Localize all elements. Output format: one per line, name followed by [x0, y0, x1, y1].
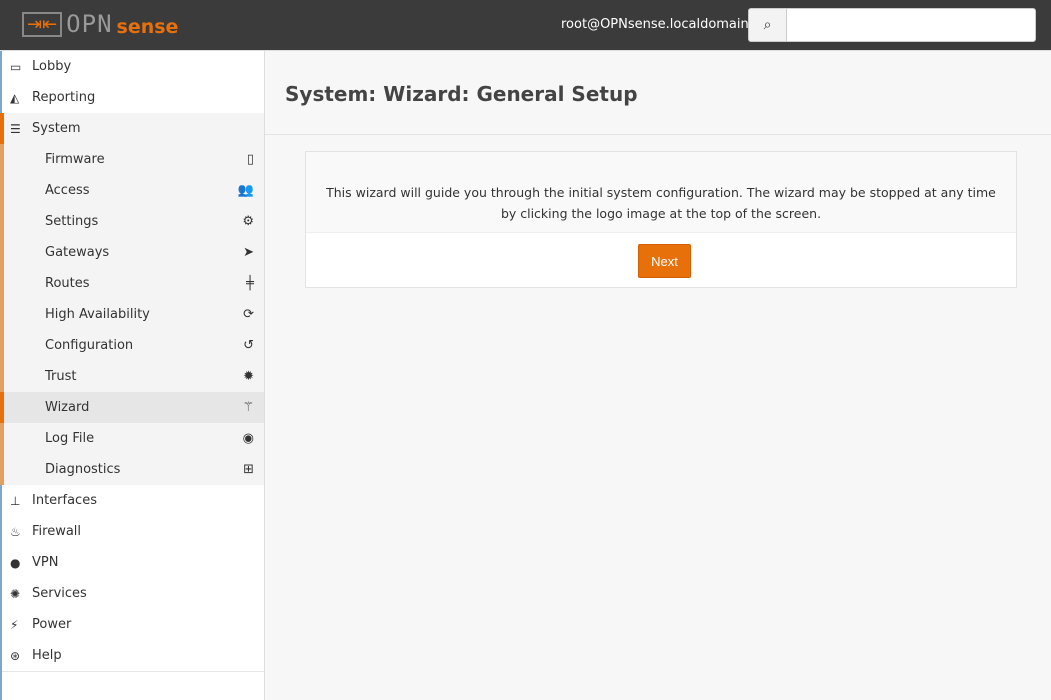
- sidebar-item-reporting[interactable]: ◭ Reporting: [2, 82, 264, 113]
- sidebar-divider: [2, 671, 264, 672]
- sidebar-item-system[interactable]: ☰ System: [0, 113, 264, 144]
- location-arrow-icon: ➤: [243, 245, 254, 260]
- search-button[interactable]: ⌕: [748, 8, 787, 42]
- sidebar-item-label: High Availability: [45, 307, 150, 322]
- sidebar-item-label: Reporting: [32, 90, 96, 105]
- sidebar-item-label: Help: [32, 648, 62, 663]
- fire-icon: ♨: [10, 524, 21, 539]
- plug-icon: ⚡: [10, 617, 19, 632]
- sidebar-item-label: Access: [45, 183, 90, 198]
- sidebar-item-log-file[interactable]: Log File ◉: [4, 423, 264, 454]
- sidebar-item-label: System: [32, 121, 81, 136]
- sidebar-item-firewall[interactable]: ♨ Firewall: [2, 516, 264, 547]
- sidebar-item-label: Settings: [45, 214, 99, 229]
- sidebar-item-configuration[interactable]: Configuration ↺: [4, 330, 264, 361]
- search-input[interactable]: [786, 8, 1036, 42]
- user-link[interactable]: root@OPNsense.localdomain: [561, 17, 749, 32]
- history-icon: ↺: [243, 338, 254, 353]
- sidebar-item-power[interactable]: ⚡ Power: [2, 609, 264, 640]
- sidebar-item-label: Gateways: [45, 245, 110, 260]
- sidebar-item-access[interactable]: Access 👥: [4, 175, 264, 206]
- sidebar-item-label: Log File: [45, 431, 95, 446]
- life-ring-icon: ⊛: [10, 648, 21, 663]
- users-icon: 👥: [237, 183, 254, 198]
- sidebar-item-label: Configuration: [45, 338, 134, 353]
- sidebar-item-trust[interactable]: Trust ✹: [4, 361, 264, 392]
- sidebar-item-label: Interfaces: [32, 493, 97, 508]
- cog-icon: ✺: [10, 586, 21, 601]
- sidebar-item-label: Wizard: [45, 400, 90, 415]
- laptop-icon: ▭: [10, 59, 22, 74]
- sidebar-item-label: VPN: [32, 555, 59, 570]
- page-title: System: Wizard: General Setup: [285, 82, 638, 106]
- sidebar-item-interfaces[interactable]: ⊥ Interfaces: [2, 485, 264, 516]
- sidebar: ▭ Lobby ◭ Reporting ☰ System Firmware ▯ Access 👥 S…: [0, 51, 265, 700]
- logo-text-sense: sense: [116, 16, 179, 38]
- eye-icon: ◉: [242, 431, 254, 446]
- medkit-icon: ⊞: [243, 462, 254, 477]
- sidebar-item-routes[interactable]: Routes ╪: [4, 268, 264, 299]
- sidebar-item-label: Routes: [45, 276, 90, 291]
- sidebar-item-wizard[interactable]: Wizard ⚚: [0, 392, 264, 423]
- sidebar-item-lobby[interactable]: ▭ Lobby: [2, 51, 264, 82]
- sidebar-item-high-availability[interactable]: High Availability ⟳: [4, 299, 264, 330]
- refresh-icon: ⟳: [243, 307, 254, 322]
- wizard-description: This wizard will guide you through the i…: [306, 152, 1016, 233]
- sidebar-item-label: Power: [32, 617, 72, 632]
- sidebar-item-label: Services: [32, 586, 87, 601]
- logo-text: OPN: [66, 10, 113, 38]
- sidebar-item-firmware[interactable]: Firmware ▯: [4, 144, 264, 175]
- logo-arrows-icon: ⇥⇤: [22, 11, 63, 37]
- sidebar-item-vpn[interactable]: ● VPN: [2, 547, 264, 578]
- sidebar-item-help[interactable]: ⊛ Help: [2, 640, 264, 671]
- next-button[interactable]: Next: [638, 244, 691, 278]
- cogs-icon: ⚙: [242, 214, 254, 229]
- wizard-panel: This wizard will guide you through the i…: [305, 151, 1017, 288]
- top-bar: ⇥⇤ OPN sense root@OPNsense.localdomain ⌕: [0, 0, 1051, 51]
- area-chart-icon: ◭: [10, 90, 20, 105]
- sidebar-item-label: Firmware: [45, 152, 105, 167]
- sitemap-icon: ⊥: [10, 493, 21, 508]
- opnsense-logo[interactable]: ⇥⇤ OPN sense: [22, 10, 178, 38]
- sidebar-item-diagnostics[interactable]: Diagnostics ⊞: [4, 454, 264, 485]
- map-signs-icon: ╪: [246, 276, 254, 291]
- sidebar-item-label: Firewall: [32, 524, 82, 539]
- certificate-icon: ✹: [243, 369, 254, 384]
- sidebar-item-label: Diagnostics: [45, 462, 121, 477]
- magic-icon: ⚚: [242, 400, 254, 415]
- sidebar-item-services[interactable]: ✺ Services: [2, 578, 264, 609]
- sidebar-item-label: Trust: [45, 369, 77, 384]
- tablet-icon: ▯: [246, 152, 254, 167]
- globe-icon: ●: [10, 555, 21, 570]
- page-header: System: Wizard: General Setup: [265, 51, 1051, 135]
- server-icon: ☰: [10, 121, 21, 136]
- search-icon: ⌕: [763, 17, 772, 33]
- sidebar-item-label: Lobby: [32, 59, 72, 74]
- sidebar-item-settings[interactable]: Settings ⚙: [4, 206, 264, 237]
- system-submenu: Firmware ▯ Access 👥 Settings ⚙ Gateways ➤ Routes…: [0, 144, 264, 485]
- sidebar-item-gateways[interactable]: Gateways ➤: [4, 237, 264, 268]
